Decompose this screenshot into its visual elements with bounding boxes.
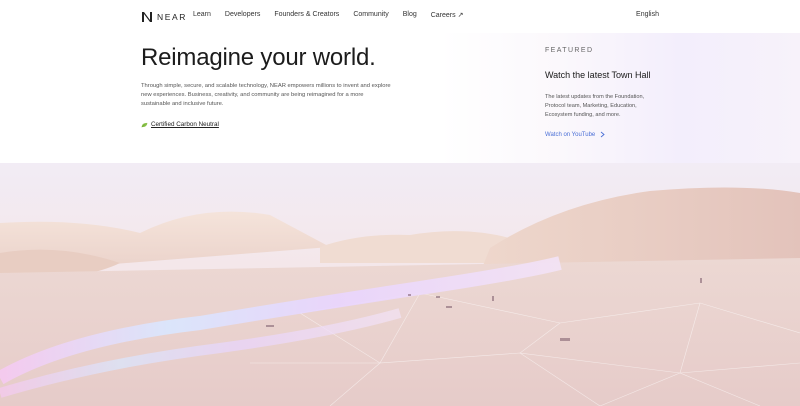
chevron-right-icon bbox=[600, 131, 605, 138]
nav-link-learn[interactable]: Learn bbox=[193, 11, 211, 19]
top-nav: NEAR Learn Developers Founders & Creator… bbox=[0, 0, 800, 33]
nav-link-community[interactable]: Community bbox=[353, 11, 388, 19]
featured-description: The latest updates from the Foundation, … bbox=[545, 94, 645, 118]
hero-title: Reimagine your world. bbox=[141, 44, 376, 71]
desert-landscape-illustration bbox=[0, 163, 800, 406]
watch-on-youtube-label: Watch on YouTube bbox=[545, 131, 596, 138]
language-selector[interactable]: English bbox=[636, 11, 659, 18]
nav-link-careers[interactable]: Careers ↗ bbox=[431, 11, 464, 19]
hero-landscape-image bbox=[0, 163, 800, 406]
carbon-neutral-link[interactable]: Certified Carbon Neutral bbox=[141, 121, 219, 128]
near-logo[interactable]: NEAR bbox=[141, 10, 187, 23]
watch-on-youtube-link[interactable]: Watch on YouTube bbox=[545, 131, 605, 138]
featured-title: Watch the latest Town Hall bbox=[545, 70, 651, 80]
nav-link-developers[interactable]: Developers bbox=[225, 11, 260, 19]
hero-description: Through simple, secure, and scalable tec… bbox=[141, 83, 391, 108]
hero-section bbox=[0, 33, 800, 163]
leaf-icon bbox=[141, 122, 148, 127]
near-logo-icon bbox=[142, 11, 152, 22]
nav-links: Learn Developers Founders & Creators Com… bbox=[193, 11, 477, 19]
logo-text: NEAR bbox=[157, 11, 188, 22]
carbon-neutral-label: Certified Carbon Neutral bbox=[151, 121, 219, 128]
featured-eyebrow: FEATURED bbox=[545, 47, 594, 54]
nav-link-founders-creators[interactable]: Founders & Creators bbox=[274, 11, 339, 19]
nav-link-blog[interactable]: Blog bbox=[403, 11, 417, 19]
